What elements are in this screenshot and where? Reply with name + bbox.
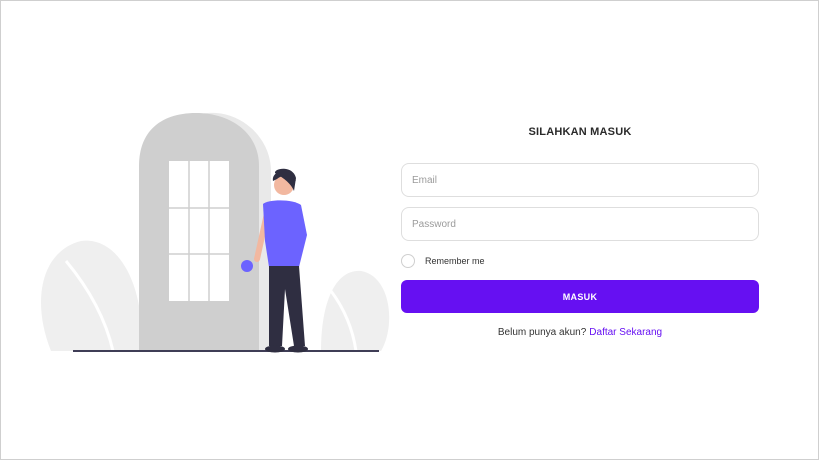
door-window (169, 161, 229, 301)
remember-me-row[interactable]: Remember me (401, 251, 485, 271)
page-frame: SILAHKAN MASUK Remember me MASUK Belum p… (0, 0, 819, 460)
register-link[interactable]: Daftar Sekarang (589, 327, 662, 338)
login-title: SILAHKAN MASUK (528, 126, 632, 138)
register-prompt-text: Belum punya akun? (497, 327, 587, 338)
remember-me-checkbox[interactable] (401, 254, 415, 268)
login-form: SILAHKAN MASUK Remember me MASUK Belum p… (401, 123, 759, 338)
email-input[interactable] (401, 163, 759, 197)
password-input[interactable] (401, 207, 759, 241)
remember-me-label: Remember me (425, 256, 485, 266)
register-prompt-line: Belum punya akun? Daftar Sekarang (401, 327, 759, 338)
person-at-door-illustration (41, 112, 390, 353)
login-submit-button[interactable]: MASUK (401, 280, 759, 313)
